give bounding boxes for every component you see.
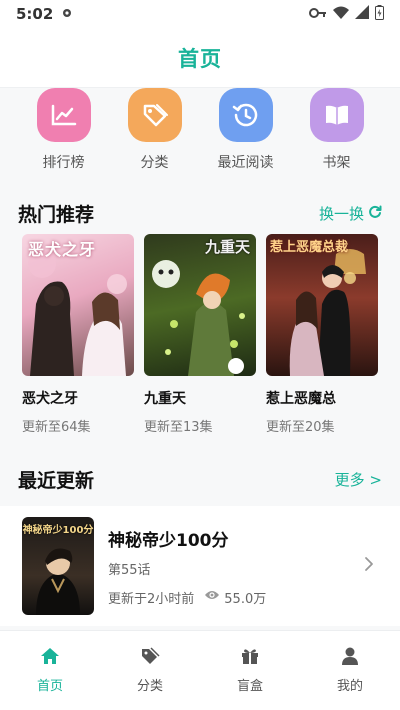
section-title: 热门推荐: [18, 204, 95, 226]
tab-label: 分类: [136, 679, 163, 694]
tab-blind-box[interactable]: 盲盒: [215, 647, 285, 694]
quick-nav: 排行榜 分类 最近阅读 书架: [0, 88, 400, 188]
battery-icon: [375, 4, 384, 24]
quick-nav-recent[interactable]: 最近阅读: [210, 88, 282, 188]
view-count: 55.0万: [204, 588, 266, 607]
quick-nav-category[interactable]: 分类: [119, 88, 191, 188]
refresh-label: 换一换: [318, 205, 364, 223]
eye-icon: [204, 589, 220, 605]
refresh-button[interactable]: 换一换: [319, 203, 382, 224]
recent-info: 神秘帝少100分 第55话 更新于2小时前 55.0万: [108, 526, 360, 607]
quick-nav-label: 最近阅读: [217, 155, 274, 171]
view-count-value: 55.0万: [224, 591, 267, 607]
chart-icon: [36, 88, 91, 142]
page-title: 首页: [178, 46, 222, 71]
quick-nav-label: 排行榜: [42, 155, 85, 171]
signal-icon: [355, 5, 369, 23]
comic-episodes: 更新至64集: [22, 420, 91, 435]
refresh-icon: [368, 205, 382, 223]
chevron-right-icon[interactable]: [360, 556, 378, 577]
wifi-icon: [333, 5, 349, 23]
latest-episode: 第55话: [108, 562, 151, 578]
vpn-key-icon: [309, 5, 327, 23]
comic-title: 惹上恶魔总: [266, 391, 336, 407]
hot-list: 恶犬之牙 恶犬之牙 更新至64集 九重天 九重天 更新至13集 惹上恶魔总裁 惹…: [0, 234, 400, 435]
history-icon: [218, 88, 273, 142]
quick-nav-ranking[interactable]: 排行榜: [28, 88, 100, 188]
cover-title-art: 恶犬之牙: [28, 240, 97, 259]
status-bar: 5:02: [0, 0, 400, 28]
tab-label: 我的: [336, 679, 363, 694]
notification-icon: [61, 7, 73, 22]
tag-icon: [140, 647, 160, 669]
comic-title: 九重天: [144, 391, 186, 407]
tab-label: 盲盒: [236, 679, 263, 694]
cover-title-art: 神秘帝少100分: [22, 525, 94, 536]
comic-episodes: 更新至13集: [144, 420, 213, 435]
more-link[interactable]: 更多 >: [335, 469, 382, 490]
hot-section-header: 热门推荐 换一换: [18, 200, 382, 227]
comic-cover: 惹上恶魔总裁: [266, 234, 378, 376]
tab-label: 首页: [36, 679, 63, 694]
comic-cover: 九重天: [144, 234, 256, 376]
quick-nav-label: 分类: [140, 155, 169, 171]
top-header: 首页: [0, 28, 400, 88]
gift-icon: [240, 647, 260, 669]
comic-cover: 恶犬之牙: [22, 234, 134, 376]
cover-title-art: 九重天: [204, 238, 250, 256]
comic-card[interactable]: 九重天 九重天 更新至13集: [144, 234, 256, 435]
tab-category[interactable]: 分类: [115, 647, 185, 694]
tag-icon: [127, 88, 182, 142]
recent-section-header: 最近更新 更多 >: [18, 466, 382, 493]
comic-title: 恶犬之牙: [22, 391, 78, 407]
recent-meta: 更新于2小时前 55.0万: [108, 588, 360, 607]
status-time: 5:02: [16, 5, 54, 23]
book-icon: [309, 88, 364, 142]
quick-nav-label: 书架: [322, 155, 351, 171]
comic-card[interactable]: 恶犬之牙 恶犬之牙 更新至64集: [22, 234, 134, 435]
tab-profile[interactable]: 我的: [315, 647, 385, 694]
comic-episodes: 更新至20集: [266, 420, 335, 435]
recent-list-item[interactable]: 神秘帝少100分 神秘帝少100分 第55话 更新于2小时前 55.0万: [0, 506, 400, 626]
bottom-tab-bar: 首页 分类 盲盒 我的: [0, 630, 400, 710]
update-time: 更新于2小时前: [108, 591, 195, 607]
quick-nav-bookshelf[interactable]: 书架: [301, 88, 373, 188]
comic-card[interactable]: 惹上恶魔总裁 惹上恶魔总 更新至20集: [266, 234, 378, 435]
user-icon: [340, 647, 360, 669]
comic-cover: 神秘帝少100分: [22, 517, 94, 615]
section-title: 最近更新: [18, 470, 95, 492]
cover-title-art: 惹上恶魔总裁: [270, 240, 349, 255]
tab-home[interactable]: 首页: [15, 647, 85, 694]
comic-title: 神秘帝少100分: [108, 530, 229, 551]
home-icon: [40, 647, 60, 669]
